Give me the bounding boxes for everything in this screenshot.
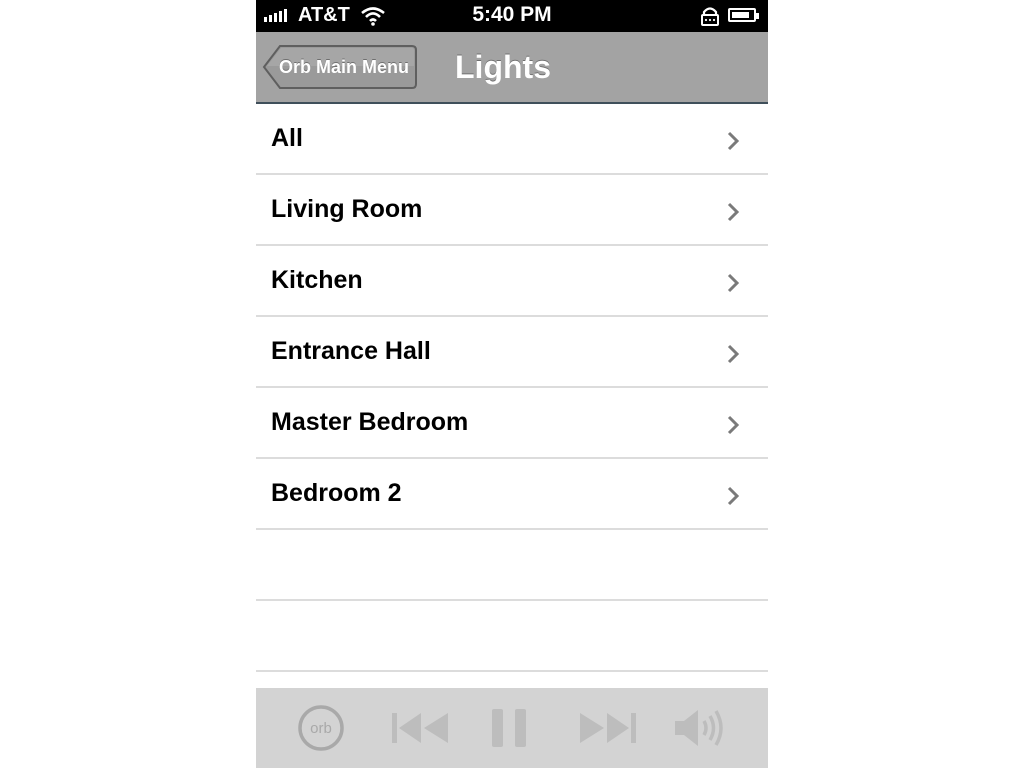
list-item-entrance-hall[interactable]: Entrance Hall <box>256 317 768 388</box>
status-time: 5:40 PM <box>472 3 552 26</box>
list-item-living-room[interactable]: Living Room <box>256 175 768 246</box>
lock-icon <box>700 6 720 31</box>
empty-row <box>256 601 768 672</box>
list-item-label: Kitchen <box>271 266 363 294</box>
list-item-label: Entrance Hall <box>271 337 431 365</box>
phone-screen: AT&T 5:40 PM Orb Main Menu Lights All Li… <box>256 0 768 768</box>
orb-logo-icon[interactable]: orb <box>296 688 346 768</box>
list-item-label: Living Room <box>271 195 423 223</box>
next-track-icon[interactable] <box>576 688 640 768</box>
chevron-right-icon <box>727 415 740 435</box>
list-item-label: Master Bedroom <box>271 408 469 436</box>
chevron-right-icon <box>727 202 740 222</box>
chevron-right-icon <box>727 486 740 506</box>
list-item-label: All <box>271 124 303 152</box>
chevron-right-icon <box>727 344 740 364</box>
back-button-label: Orb Main Menu <box>279 57 409 77</box>
list-item-all[interactable]: All <box>256 104 768 175</box>
volume-icon[interactable] <box>670 688 730 768</box>
room-list: All Living Room Kitchen Entrance Hall Ma… <box>256 104 768 672</box>
back-button[interactable]: Orb Main Menu <box>262 44 418 90</box>
media-toolbar: orb <box>256 688 768 768</box>
list-item-kitchen[interactable]: Kitchen <box>256 246 768 317</box>
list-item-label: Bedroom 2 <box>271 479 402 507</box>
status-bar: AT&T 5:40 PM <box>256 0 768 32</box>
list-item-master-bedroom[interactable]: Master Bedroom <box>256 388 768 459</box>
empty-row <box>256 530 768 601</box>
previous-track-icon[interactable] <box>388 688 452 768</box>
battery-level <box>732 12 749 18</box>
chevron-right-icon <box>727 273 740 293</box>
chevron-right-icon <box>727 131 740 151</box>
list-item-bedroom-2[interactable]: Bedroom 2 <box>256 459 768 530</box>
navigation-bar: Orb Main Menu Lights <box>256 32 768 104</box>
orb-logo-text: orb <box>310 720 332 737</box>
pause-icon[interactable] <box>486 688 532 768</box>
page-title: Lights <box>455 49 551 85</box>
battery-icon <box>728 8 759 22</box>
